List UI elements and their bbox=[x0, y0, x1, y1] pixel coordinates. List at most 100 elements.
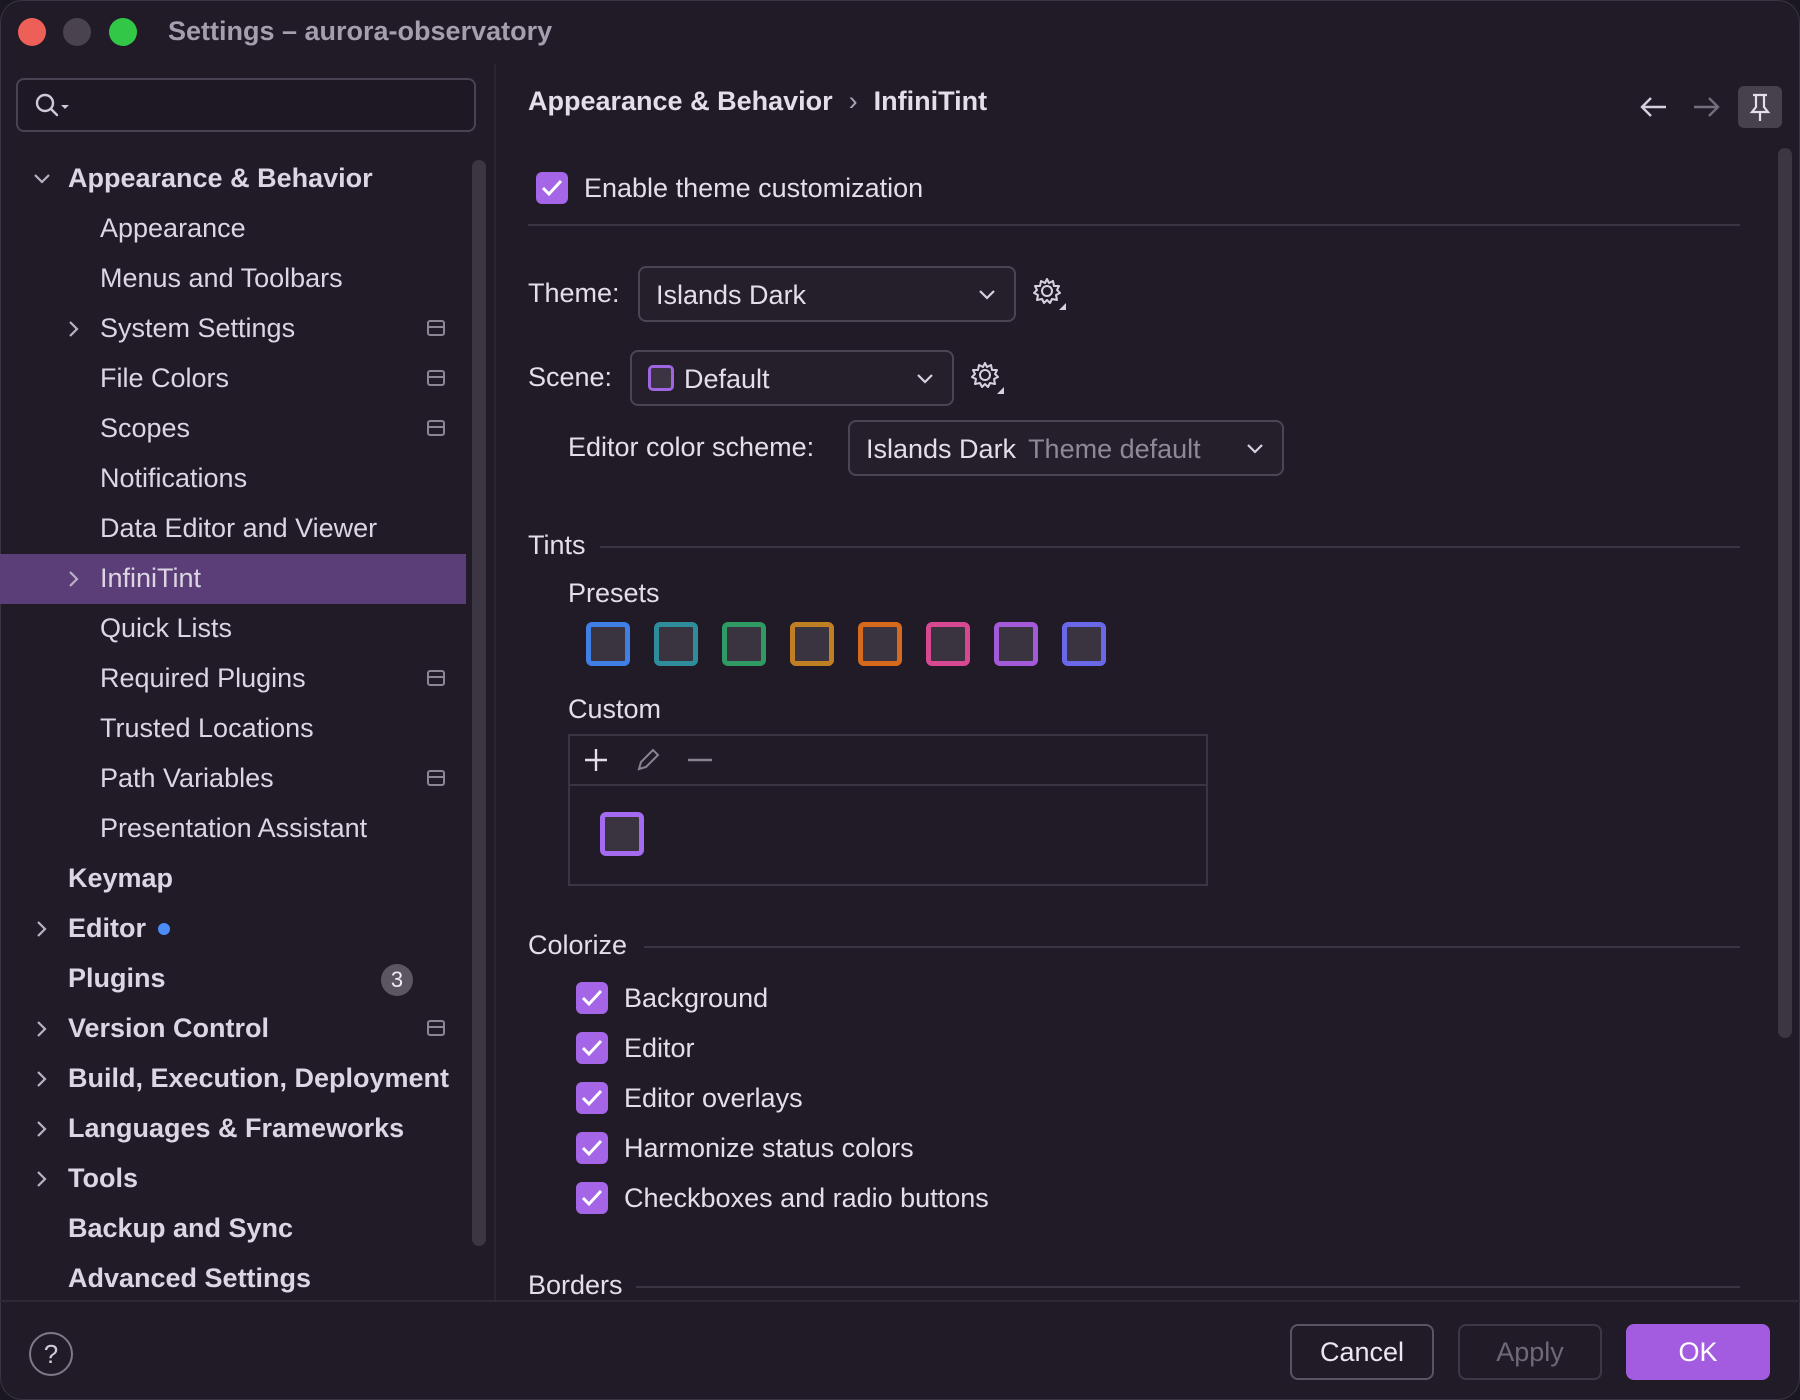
sidebar-item-label: Plugins bbox=[68, 963, 166, 993]
breadcrumb-parent[interactable]: Appearance & Behavior bbox=[528, 86, 833, 116]
edit-pencil-icon[interactable] bbox=[634, 746, 662, 774]
project-scope-icon bbox=[427, 1020, 445, 1036]
sidebar-item-label: Languages & Frameworks bbox=[68, 1113, 405, 1143]
scene-color-swatch bbox=[648, 365, 674, 391]
preset-tint-swatch[interactable] bbox=[1062, 622, 1106, 666]
colorize-checkbox[interactable] bbox=[576, 1182, 608, 1214]
sidebar-item[interactable]: Backup and Sync bbox=[0, 1204, 466, 1254]
sidebar-item[interactable]: Version Control bbox=[0, 1004, 466, 1054]
sidebar-item[interactable]: Data Editor and Viewer bbox=[0, 504, 466, 554]
cancel-button[interactable]: Cancel bbox=[1290, 1324, 1434, 1380]
sidebar-item[interactable]: Notifications bbox=[0, 454, 466, 504]
enable-customization-checkbox[interactable] bbox=[536, 172, 568, 204]
remove-icon[interactable] bbox=[686, 746, 714, 774]
colorize-section-line bbox=[644, 946, 1740, 948]
pin-button[interactable] bbox=[1738, 86, 1782, 128]
sidebar-item[interactable]: Menus and Toolbars bbox=[0, 254, 466, 304]
presets-label: Presets bbox=[568, 578, 660, 608]
editor-scheme-dropdown[interactable]: Islands Dark Theme default bbox=[848, 420, 1284, 476]
sidebar-item[interactable]: Quick Lists bbox=[0, 604, 466, 654]
preset-tint-swatch[interactable] bbox=[926, 622, 970, 666]
sidebar-item[interactable]: Languages & Frameworks bbox=[0, 1104, 466, 1154]
theme-dropdown[interactable]: Islands Dark bbox=[638, 266, 1016, 322]
sidebar-item[interactable]: Tools bbox=[0, 1154, 466, 1204]
maximize-window-button[interactable] bbox=[109, 18, 137, 46]
colorize-checkbox[interactable] bbox=[576, 982, 608, 1014]
custom-tints-toolbar bbox=[570, 736, 1206, 786]
sidebar-item[interactable]: Appearance & Behavior bbox=[0, 154, 466, 204]
chevron-right-icon[interactable] bbox=[62, 317, 86, 341]
minimize-window-button[interactable] bbox=[63, 18, 91, 46]
theme-gear-icon[interactable] bbox=[1032, 276, 1066, 310]
preset-tint-swatch[interactable] bbox=[994, 622, 1038, 666]
chevron-right-icon[interactable] bbox=[30, 917, 54, 941]
sidebar-item[interactable]: InfiniTint bbox=[0, 554, 466, 604]
sidebar-item-label: File Colors bbox=[100, 363, 230, 393]
colorize-checkbox[interactable] bbox=[576, 1082, 608, 1114]
content-scrollbar[interactable] bbox=[1778, 148, 1792, 1038]
preset-tint-swatch[interactable] bbox=[722, 622, 766, 666]
sidebar-item[interactable]: Plugins 3 bbox=[0, 954, 466, 1004]
chevron-right-icon[interactable] bbox=[30, 1167, 54, 1191]
chevron-right-icon[interactable] bbox=[30, 1017, 54, 1041]
chevron-down-icon bbox=[1247, 444, 1263, 454]
back-arrow-icon[interactable] bbox=[1638, 92, 1670, 122]
preset-tint-swatch[interactable] bbox=[654, 622, 698, 666]
sidebar-item[interactable]: Advanced Settings bbox=[0, 1254, 466, 1304]
add-icon[interactable] bbox=[582, 746, 610, 774]
colorize-option-label[interactable]: Editor bbox=[624, 1033, 695, 1064]
custom-tint-swatch[interactable] bbox=[600, 812, 644, 856]
help-button[interactable]: ? bbox=[29, 1332, 73, 1376]
scene-value: Default bbox=[684, 364, 770, 394]
sidebar-item[interactable]: Trusted Locations bbox=[0, 704, 466, 754]
sidebar-item[interactable]: Keymap bbox=[0, 854, 466, 904]
editor-scheme-value: Islands Dark bbox=[866, 434, 1017, 464]
separator-line bbox=[528, 224, 1740, 226]
ok-button[interactable]: OK bbox=[1626, 1324, 1770, 1380]
chevron-right-icon[interactable] bbox=[30, 1067, 54, 1091]
preset-tint-swatch[interactable] bbox=[858, 622, 902, 666]
forward-arrow-icon[interactable] bbox=[1690, 92, 1722, 122]
colorize-option-label[interactable]: Background bbox=[624, 983, 768, 1014]
close-window-button[interactable] bbox=[18, 18, 46, 46]
sidebar-item[interactable]: Path Variables bbox=[0, 754, 466, 804]
preset-tint-swatch[interactable] bbox=[790, 622, 834, 666]
sidebar-item[interactable]: Presentation Assistant bbox=[0, 804, 466, 854]
dialog-footer: ? Cancel Apply OK bbox=[0, 1300, 1800, 1400]
sidebar-item-label: Keymap bbox=[68, 863, 174, 893]
sidebar-item[interactable]: Editor bbox=[0, 904, 466, 954]
scene-dropdown[interactable]: Default bbox=[630, 350, 954, 406]
sidebar-item[interactable]: File Colors bbox=[0, 354, 466, 404]
colorize-option-label[interactable]: Checkboxes and radio buttons bbox=[624, 1183, 989, 1214]
project-scope-icon bbox=[427, 320, 445, 336]
chevron-right-icon[interactable] bbox=[62, 567, 86, 591]
sidebar-item[interactable]: Required Plugins bbox=[0, 654, 466, 704]
checkmark-icon bbox=[581, 1139, 603, 1157]
breadcrumb-current: InfiniTint bbox=[873, 86, 988, 116]
enable-customization-label[interactable]: Enable theme customization bbox=[584, 173, 923, 204]
chevron-right-icon[interactable] bbox=[30, 1117, 54, 1141]
sidebar-item-label: Backup and Sync bbox=[68, 1213, 294, 1243]
sidebar-item[interactable]: Appearance bbox=[0, 204, 466, 254]
sidebar-item[interactable]: Build, Execution, Deployment bbox=[0, 1054, 466, 1104]
scene-value-wrap: Default bbox=[648, 364, 770, 395]
colorize-checkbox[interactable] bbox=[576, 1132, 608, 1164]
sidebar-scrollbar[interactable] bbox=[472, 160, 486, 1246]
project-scope-icon bbox=[427, 770, 445, 786]
colorize-option-label[interactable]: Editor overlays bbox=[624, 1083, 803, 1114]
scene-gear-icon[interactable] bbox=[970, 360, 1004, 394]
search-input[interactable] bbox=[16, 78, 476, 132]
settings-content: Appearance & Behavior › InfiniTint Enable … bbox=[496, 64, 1800, 1300]
preset-tint-swatch[interactable] bbox=[586, 622, 630, 666]
sidebar-item[interactable]: System Settings bbox=[0, 304, 466, 354]
custom-tints-list bbox=[568, 734, 1208, 886]
colorize-checkbox[interactable] bbox=[576, 1032, 608, 1064]
sidebar-item-label: Tools bbox=[68, 1163, 138, 1193]
checkmark-icon bbox=[581, 1089, 603, 1107]
chevron-down-icon[interactable] bbox=[30, 167, 54, 191]
colorize-option-label[interactable]: Harmonize status colors bbox=[624, 1133, 914, 1164]
search-icon bbox=[35, 93, 69, 117]
checkmark-icon bbox=[581, 989, 603, 1007]
apply-button[interactable]: Apply bbox=[1458, 1324, 1602, 1380]
sidebar-item[interactable]: Scopes bbox=[0, 404, 466, 454]
